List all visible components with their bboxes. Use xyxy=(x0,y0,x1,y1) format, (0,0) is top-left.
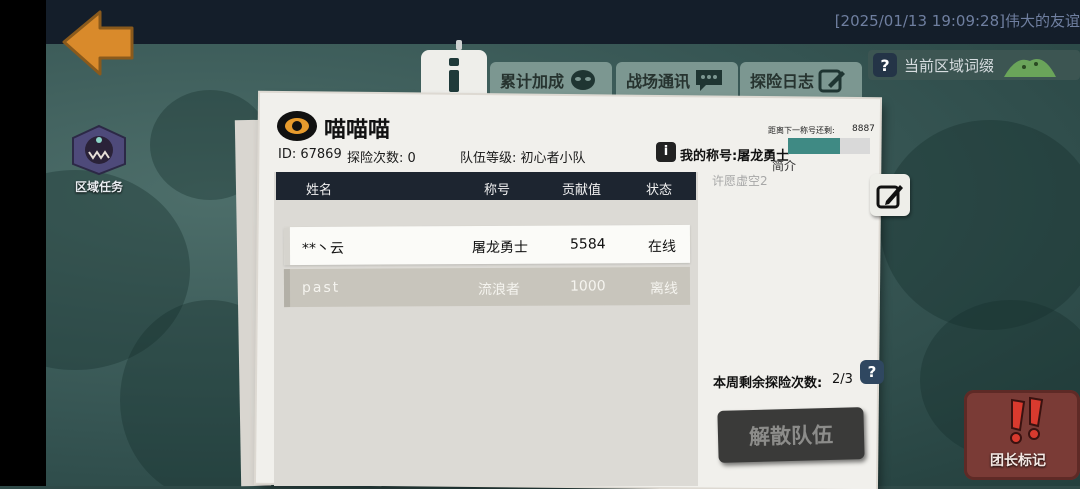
next-title-count: 8887 xyxy=(852,124,875,134)
weekly-remaining-label: 本周剩余探险次数: xyxy=(713,376,823,391)
edit-icon xyxy=(876,185,903,209)
disband-team-button[interactable]: 解散队伍 xyxy=(717,407,865,463)
header-name: 姓名 xyxy=(306,183,333,198)
title-progress-track xyxy=(840,138,870,154)
edit-log-icon xyxy=(818,69,846,93)
header-contribution: 贡献值 xyxy=(562,183,602,198)
region-affix-label: 当前区域词缀 xyxy=(904,56,995,75)
news-ticker: [2025/01/13 19:09:28]伟大的友谊 xyxy=(834,12,1080,30)
tab-info[interactable] xyxy=(421,50,487,100)
eye-icon xyxy=(277,111,317,141)
tab-battle-comm-label: 战场通讯 xyxy=(626,72,691,91)
member-status: 离线 xyxy=(649,281,679,298)
member-name: **丶云 xyxy=(301,240,345,257)
member-contribution: 1000 xyxy=(569,278,606,295)
region-affix-button[interactable]: ? 当前区域词缀 xyxy=(868,50,1080,80)
tab-accumulate-label: 累计加成 xyxy=(500,72,565,91)
weekly-remaining-value: 2/3 xyxy=(832,372,853,387)
chat-icon xyxy=(696,70,723,91)
next-title-label: 距离下一称号还剩: xyxy=(768,126,835,135)
table-row[interactable]: **丶云 屠龙勇士 5584 在线 xyxy=(283,224,691,266)
exclamation-icon xyxy=(1010,396,1044,444)
member-title: 屠龙勇士 xyxy=(471,239,529,257)
title-progress-bar xyxy=(788,138,840,154)
member-title: 流浪者 xyxy=(477,281,521,299)
team-name: 喵喵喵 xyxy=(324,118,391,143)
title-badge-icon: i xyxy=(656,142,676,162)
tab-accumulate-bonus[interactable]: 累计加成 xyxy=(490,62,612,98)
row-edge xyxy=(283,269,291,308)
leader-mark-label: 团长标记 xyxy=(990,453,1046,469)
region-task-button[interactable]: 区域任务 xyxy=(68,124,130,195)
header-status: 状态 xyxy=(646,183,673,198)
tab-adventure-log[interactable]: 探险日志 xyxy=(740,62,862,98)
info-icon xyxy=(449,58,459,92)
leader-mark-button[interactable]: 团长标记 xyxy=(964,390,1080,480)
left-edge xyxy=(0,0,46,486)
team-level: 队伍等级: 初心者小队 xyxy=(460,151,586,166)
adventure-count: 探险次数: 0 xyxy=(347,151,416,166)
team-id: ID: 67869 xyxy=(278,147,342,162)
back-arrow-icon xyxy=(62,10,134,76)
terrain-icon xyxy=(1004,59,1057,77)
edit-intro-button[interactable] xyxy=(870,174,910,216)
tab-battle-comm[interactable]: 战场通讯 xyxy=(616,62,738,98)
table-row[interactable]: past 流浪者 1000 离线 xyxy=(283,266,691,308)
tab-adventure-log-label: 探险日志 xyxy=(750,72,815,91)
member-status: 在线 xyxy=(647,239,677,256)
member-table xyxy=(274,172,698,486)
svg-text:?: ? xyxy=(880,56,889,75)
header-title: 称号 xyxy=(484,183,511,198)
hanger xyxy=(456,40,462,50)
weekly-help-icon[interactable]: ? xyxy=(860,360,884,384)
intro-text: 许愿虚空2 xyxy=(712,174,768,188)
row-edge xyxy=(283,227,291,266)
back-button[interactable] xyxy=(60,8,136,76)
top-bar: [2025/01/13 19:09:28]伟大的友谊 xyxy=(46,0,1080,44)
member-table-header: 姓名 称号 贡献值 状态 xyxy=(276,172,696,200)
intro-label: 简介 xyxy=(772,159,797,173)
alien-icon xyxy=(571,70,596,90)
region-task-label: 区域任务 xyxy=(74,180,123,194)
monster-icon xyxy=(72,124,126,176)
question-icon: ? xyxy=(873,53,897,77)
member-contribution: 5584 xyxy=(569,236,606,253)
member-name: past xyxy=(301,279,341,296)
